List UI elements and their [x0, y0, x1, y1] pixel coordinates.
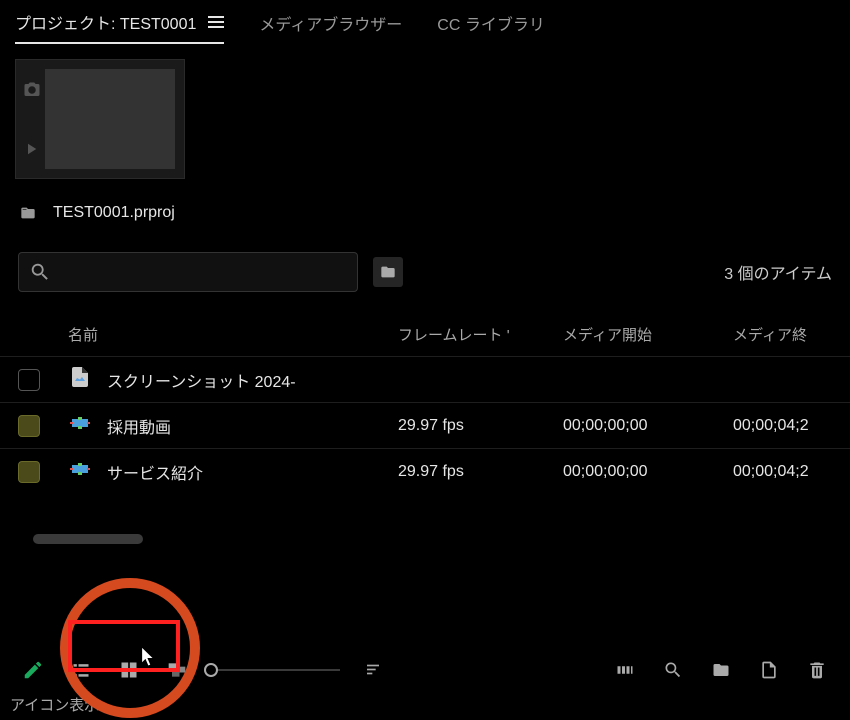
col-framerate-header[interactable]: フレームレート ' [398, 324, 563, 345]
project-folder-icon [18, 205, 38, 221]
table-row[interactable]: 採用動画 29.97 fps 00;00;00;00 00;00;04;2 [0, 402, 850, 448]
tab-media-browser-label: メディアブラウザー [259, 11, 402, 35]
search-icon [29, 261, 51, 283]
search-input[interactable] [18, 252, 358, 292]
list-view-button[interactable] [66, 655, 96, 685]
table-row[interactable]: サービス紹介 29.97 fps 00;00;00;00 00;00;04;2 [0, 448, 850, 494]
search-field[interactable] [59, 264, 347, 281]
tab-project[interactable]: プロジェクト: TEST0001 [15, 10, 224, 44]
status-bar-text: アイコン表示 [10, 694, 99, 715]
search-row: 3 個のアイテム [0, 247, 850, 297]
clip-end: 00;00;04;2 [733, 463, 832, 481]
panel-menu-icon[interactable] [208, 16, 224, 28]
tab-media-browser[interactable]: メディアブラウザー [259, 11, 402, 43]
clip-name: 採用動画 [107, 414, 171, 438]
tab-cc-libraries[interactable]: CC ライブラリ [437, 11, 545, 43]
item-count: 3 個のアイテム [724, 260, 832, 284]
horizontal-scrollbar[interactable] [18, 534, 832, 544]
new-item-button[interactable] [754, 655, 784, 685]
col-name-header[interactable]: 名前 [68, 324, 398, 345]
clip-fps: 29.97 fps [398, 463, 563, 481]
sequence-icon [68, 411, 92, 440]
sequence-icon [68, 457, 92, 486]
new-bin-toolbar-button[interactable] [706, 655, 736, 685]
delete-button[interactable] [802, 655, 832, 685]
clip-start: 00;00;00;00 [563, 417, 733, 435]
new-bin-button[interactable] [373, 257, 403, 287]
preview-thumbnail[interactable] [15, 59, 185, 179]
zoom-slider[interactable] [210, 669, 340, 671]
freeform-view-button[interactable] [162, 655, 192, 685]
image-clip-icon [68, 365, 92, 394]
project-table: 名前 フレームレート ' メディア開始 メディア終 スクリーンショット 2024… [0, 312, 850, 494]
clip-fps: 29.97 fps [398, 417, 563, 435]
clip-name: スクリーンショット 2024- [107, 368, 296, 392]
find-button[interactable] [658, 655, 688, 685]
tab-project-label: プロジェクト: TEST0001 [15, 10, 196, 34]
zoom-handle[interactable] [204, 663, 218, 677]
play-icon[interactable] [22, 140, 40, 158]
panel-tabs: プロジェクト: TEST0001 メディアブラウザー CC ライブラリ [0, 0, 850, 44]
tab-cc-libraries-label: CC ライブラリ [437, 11, 545, 35]
camera-icon[interactable] [22, 81, 42, 99]
preview-area [15, 59, 835, 179]
col-mediaend-header[interactable]: メディア終 [733, 324, 832, 345]
row-label-checkbox[interactable] [18, 415, 40, 437]
sort-button[interactable] [358, 655, 388, 685]
clip-start: 00;00;00;00 [563, 463, 733, 481]
row-label-checkbox[interactable] [18, 461, 40, 483]
clip-name: サービス紹介 [107, 460, 203, 484]
preview-image [45, 69, 175, 169]
scrollbar-thumb[interactable] [33, 534, 143, 544]
automate-to-sequence-button[interactable] [610, 655, 640, 685]
table-header: 名前 フレームレート ' メディア開始 メディア終 [0, 312, 850, 356]
pencil-button[interactable] [18, 655, 48, 685]
icon-view-button[interactable] [114, 655, 144, 685]
col-mediastart-header[interactable]: メディア開始 [563, 324, 733, 345]
bottom-toolbar [18, 655, 832, 685]
row-label-checkbox[interactable] [18, 369, 40, 391]
project-file-row[interactable]: TEST0001.prproj [18, 204, 832, 222]
table-row[interactable]: スクリーンショット 2024- [0, 356, 850, 402]
project-file-name: TEST0001.prproj [53, 204, 175, 222]
clip-end: 00;00;04;2 [733, 417, 832, 435]
